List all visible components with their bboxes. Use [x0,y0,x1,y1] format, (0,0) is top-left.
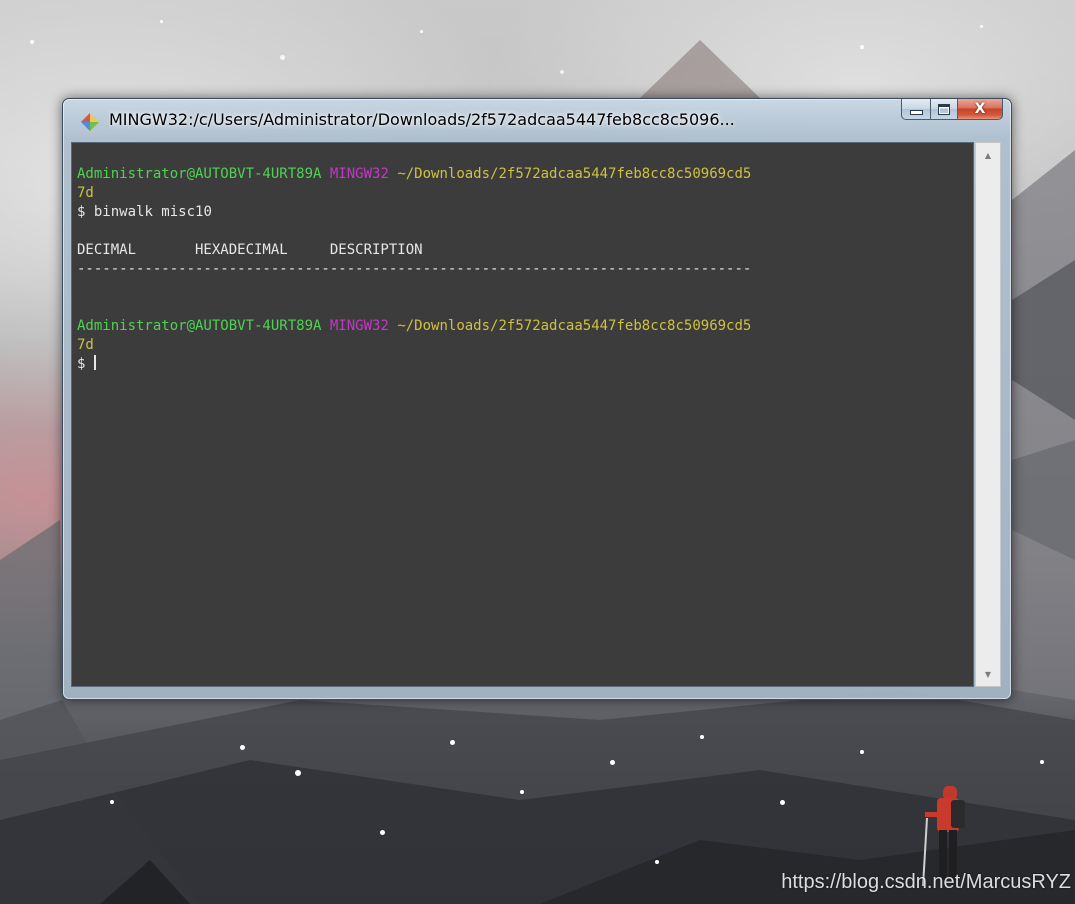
scroll-up-arrow-icon[interactable]: ▲ [976,146,1000,164]
snowflake [560,70,564,74]
maximize-icon [938,103,950,115]
prompt-system: MINGW32 [329,166,389,182]
snowflake [1040,760,1044,764]
prompt-system: MINGW32 [329,318,389,334]
prompt-user: Administrator@AUTOBVT-4URT89A [77,166,322,182]
prompt-path-continuation: 7d [77,337,94,353]
snowflake [520,790,524,794]
snowflake [860,750,864,754]
snowflake [110,800,114,804]
prompt-symbol: $ [77,204,86,220]
minimize-button[interactable] [901,99,930,120]
vertical-scrollbar[interactable]: ▲ ▼ [975,142,1001,687]
scroll-down-arrow-icon[interactable]: ▼ [976,665,1000,683]
snowflake [980,25,983,28]
window-title: MINGW32:/c/Users/Administrator/Downloads… [109,110,735,129]
terminal-output[interactable]: Administrator@AUTOBVT-4URT89A MINGW32 ~/… [71,142,974,687]
terminal-window[interactable]: MINGW32:/c/Users/Administrator/Downloads… [62,98,1012,700]
snowflake [280,55,285,60]
prompt-path: ~/Downloads/2f572adcaa5447feb8cc8c50969c… [397,318,752,334]
prompt-path: ~/Downloads/2f572adcaa5447feb8cc8c50969c… [397,166,752,182]
snowflake [700,735,704,739]
command-line-active[interactable]: $ [77,355,972,374]
title-bar[interactable]: MINGW32:/c/Users/Administrator/Downloads… [63,99,1011,141]
snowflake [240,745,245,750]
snowflake [380,830,385,835]
snowflake [30,40,34,44]
snowflake [420,30,423,33]
snowflake [780,800,785,805]
close-button[interactable]: X [957,99,1003,120]
prompt-user: Administrator@AUTOBVT-4URT89A [77,318,322,334]
command-text: binwalk misc10 [93,204,212,220]
prompt-line: Administrator@AUTOBVT-4URT89A MINGW32 ~/… [77,165,972,184]
snowflake [160,20,163,23]
text-cursor [93,355,96,370]
command-line: $ binwalk misc10 [77,203,972,222]
git-bash-icon [81,113,99,131]
snowflake [610,760,615,765]
snowflake [450,740,455,745]
table-separator: ----------------------------------------… [77,261,752,277]
prompt-line: Administrator@AUTOBVT-4URT89A MINGW32 ~/… [77,317,972,336]
prompt-symbol: $ [77,356,86,372]
snowflake [860,45,864,49]
close-icon: X [974,101,986,117]
minimize-icon [909,109,923,115]
table-header: DECIMAL HEXADECIMAL DESCRIPTION [77,242,423,258]
snowflake [655,860,659,864]
terminal-content: Administrator@AUTOBVT-4URT89A MINGW32 ~/… [77,165,972,374]
watermark-url: https://blog.csdn.net/MarcusRYZ [781,871,1071,893]
prompt-path-continuation: 7d [77,185,94,201]
snowflake [295,770,301,776]
maximize-button[interactable] [930,99,957,120]
caption-buttons: X [901,99,1003,121]
